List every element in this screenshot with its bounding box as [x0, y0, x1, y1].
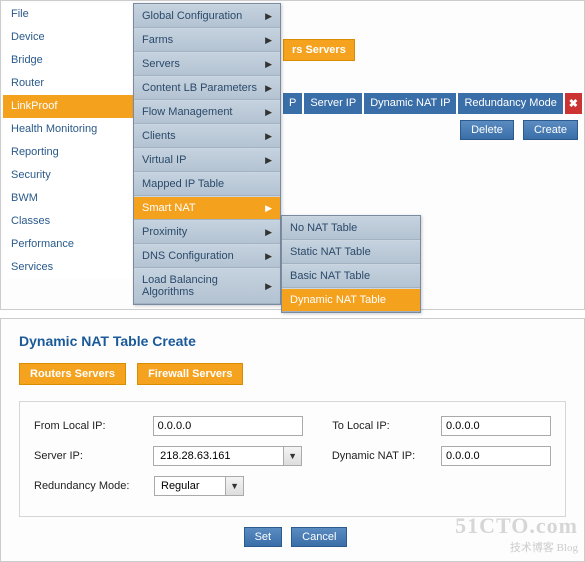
col-header-ip-fragment: P [283, 93, 302, 114]
chevron-right-icon: ▶ [265, 227, 272, 238]
sidebar-item-device[interactable]: Device [3, 26, 133, 49]
server-ip-value: 218.28.63.161 [154, 450, 236, 462]
chevron-right-icon: ▶ [265, 203, 272, 214]
submenu-no-nat-table[interactable]: No NAT Table [282, 216, 420, 240]
chevron-right-icon: ▶ [265, 59, 272, 70]
from-local-ip-label: From Local IP: [34, 420, 153, 432]
menu-global-configuration[interactable]: Global Configuration ▶ [134, 4, 280, 28]
sidebar-item-services[interactable]: Services [3, 256, 133, 279]
menu-label: Flow Management [142, 106, 233, 118]
sidebar-nav: File Device Bridge Router LinkProof Heal… [3, 3, 133, 279]
menu-label: Load Balancing Algorithms [142, 274, 265, 298]
create-form-panel: Dynamic NAT Table Create Routers Servers… [0, 318, 585, 562]
redundancy-mode-combo[interactable]: Regular ▼ [154, 476, 244, 496]
dynamic-nat-ip-input[interactable] [441, 446, 551, 466]
menu-label: Smart NAT [142, 202, 196, 214]
col-header-server-ip: Server IP [304, 93, 362, 114]
sidebar-item-classes[interactable]: Classes [3, 210, 133, 233]
chevron-right-icon: ▶ [265, 107, 272, 118]
tab-firewall-servers[interactable]: Firewall Servers [137, 363, 243, 385]
sidebar-item-file[interactable]: File [3, 3, 133, 26]
chevron-down-icon[interactable]: ▼ [283, 447, 301, 465]
submenu-basic-nat-table[interactable]: Basic NAT Table [282, 264, 420, 288]
tab-routers-servers[interactable]: Routers Servers [19, 363, 126, 385]
set-button[interactable]: Set [244, 527, 283, 547]
sidebar-item-security[interactable]: Security [3, 164, 133, 187]
smart-nat-submenu: No NAT Table Static NAT Table Basic NAT … [281, 215, 421, 313]
chevron-right-icon: ▶ [265, 35, 272, 46]
sidebar-item-router[interactable]: Router [3, 72, 133, 95]
form-container: From Local IP: To Local IP: Server IP: 2… [19, 401, 566, 517]
page-title: Dynamic NAT Table Create [19, 333, 566, 349]
chevron-down-icon[interactable]: ▼ [225, 477, 243, 495]
create-button[interactable]: Create [523, 120, 578, 140]
sidebar-item-reporting[interactable]: Reporting [3, 141, 133, 164]
menu-label: Farms [142, 34, 173, 46]
menu-mapped-ip-table[interactable]: Mapped IP Table [134, 172, 280, 196]
cancel-button[interactable]: Cancel [291, 527, 347, 547]
sidebar-item-bwm[interactable]: BWM [3, 187, 133, 210]
menu-label: Global Configuration [142, 10, 242, 22]
menu-virtual-ip[interactable]: Virtual IP ▶ [134, 148, 280, 172]
menu-smart-nat[interactable]: Smart NAT ▶ [134, 196, 280, 220]
sidebar-item-health-monitoring[interactable]: Health Monitoring [3, 118, 133, 141]
close-icon[interactable]: ✖ [565, 93, 582, 114]
content-area: rs Servers P Server IP Dynamic NAT IP Re… [283, 39, 582, 140]
form-actions: Set Cancel [19, 527, 566, 547]
menu-servers[interactable]: Servers ▶ [134, 52, 280, 76]
dynamic-nat-ip-label: Dynamic NAT IP: [332, 450, 441, 462]
submenu-label: Dynamic NAT Table [290, 294, 386, 306]
menu-label: Content LB Parameters [142, 82, 257, 94]
chevron-right-icon: ▶ [265, 251, 272, 262]
submenu-label: Basic NAT Table [290, 270, 370, 282]
from-local-ip-input[interactable] [153, 416, 303, 436]
chevron-right-icon: ▶ [265, 131, 272, 142]
main-config-area: File Device Bridge Router LinkProof Heal… [0, 0, 585, 310]
submenu-dynamic-nat-table[interactable]: Dynamic NAT Table [282, 288, 420, 312]
chevron-right-icon: ▶ [265, 83, 272, 94]
to-local-ip-input[interactable] [441, 416, 551, 436]
delete-button[interactable]: Delete [460, 120, 514, 140]
menu-flow-management[interactable]: Flow Management ▶ [134, 100, 280, 124]
sidebar-item-performance[interactable]: Performance [3, 233, 133, 256]
col-header-dynamic-nat-ip: Dynamic NAT IP [364, 93, 456, 114]
redundancy-mode-label: Redundancy Mode: [34, 480, 154, 492]
tab-servers-partial[interactable]: rs Servers [283, 39, 355, 61]
chevron-right-icon: ▶ [265, 155, 272, 166]
sidebar-item-bridge[interactable]: Bridge [3, 49, 133, 72]
menu-label: Virtual IP [142, 154, 186, 166]
menu-content-lb-parameters[interactable]: Content LB Parameters ▶ [134, 76, 280, 100]
menu-farms[interactable]: Farms ▶ [134, 28, 280, 52]
redundancy-mode-value: Regular [155, 480, 206, 492]
chevron-right-icon: ▶ [265, 281, 272, 292]
col-header-redundancy-mode: Redundancy Mode [458, 93, 562, 114]
linkproof-menu: Global Configuration ▶ Farms ▶ Servers ▶ Co… [133, 3, 281, 305]
server-tabs: Routers Servers Firewall Servers [19, 363, 566, 385]
submenu-label: Static NAT Table [290, 246, 371, 258]
chevron-right-icon: ▶ [265, 11, 272, 22]
menu-proximity[interactable]: Proximity ▶ [134, 220, 280, 244]
menu-clients[interactable]: Clients ▶ [134, 124, 280, 148]
sidebar-item-linkproof[interactable]: LinkProof [3, 95, 133, 118]
menu-label: Clients [142, 130, 176, 142]
server-ip-label: Server IP: [34, 450, 153, 462]
menu-label: DNS Configuration [142, 250, 234, 262]
table-column-headers: P Server IP Dynamic NAT IP Redundancy Mo… [283, 93, 582, 114]
submenu-static-nat-table[interactable]: Static NAT Table [282, 240, 420, 264]
menu-load-balancing-algorithms[interactable]: Load Balancing Algorithms▶ [134, 268, 280, 304]
table-actions: Delete Create [283, 120, 582, 140]
menu-label: Proximity [142, 226, 187, 238]
submenu-label: No NAT Table [290, 222, 357, 234]
to-local-ip-label: To Local IP: [332, 420, 441, 432]
menu-label: Servers [142, 58, 180, 70]
menu-dns-configuration[interactable]: DNS Configuration ▶ [134, 244, 280, 268]
menu-label: Mapped IP Table [142, 178, 224, 190]
server-ip-combo[interactable]: 218.28.63.161 ▼ [153, 446, 302, 466]
